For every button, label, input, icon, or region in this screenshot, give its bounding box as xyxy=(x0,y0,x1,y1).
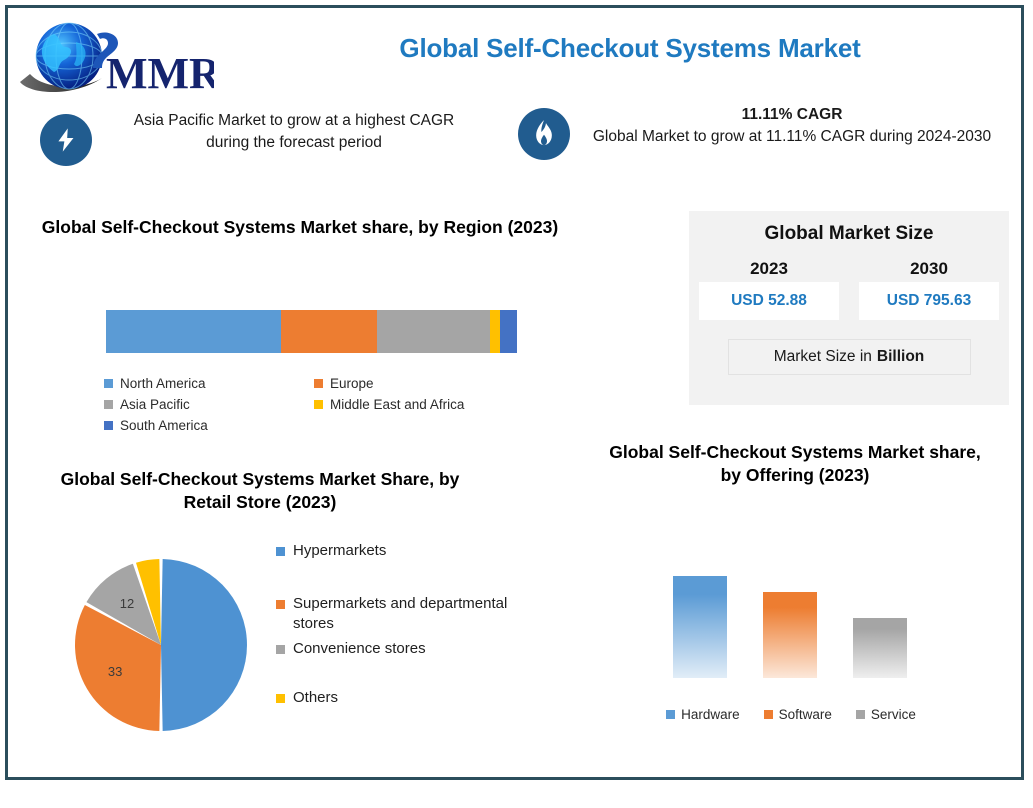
market-size-values: USD 52.88 USD 795.63 xyxy=(689,282,1009,320)
region-chart-title: Global Self-Checkout Systems Market shar… xyxy=(41,217,559,237)
pie-slice xyxy=(161,559,247,731)
flame-icon xyxy=(518,108,570,160)
legend-swatch-icon xyxy=(314,379,323,388)
pie-slice-label: 33 xyxy=(108,664,122,679)
legend-label: South America xyxy=(120,418,208,433)
legend-item: South America xyxy=(104,415,314,436)
legend-swatch-icon xyxy=(104,379,113,388)
region-stacked-bar xyxy=(106,310,517,353)
legend-swatch-icon xyxy=(276,645,285,655)
infographic-canvas: MMR Global Self-Checkout Systems Market … xyxy=(0,0,1033,808)
region-bar-segment xyxy=(490,310,501,353)
region-bar-segment xyxy=(106,310,282,353)
global-market-size-card: Global Market Size 2023 2030 USD 52.88 U… xyxy=(689,211,1009,405)
offering-bar-chart xyxy=(655,568,935,678)
offering-bar xyxy=(763,592,817,678)
legend-item: North America xyxy=(104,373,314,394)
highlight-asia-pacific: Asia Pacific Market to grow at a highest… xyxy=(40,110,480,166)
legend-item: Service xyxy=(855,707,916,722)
legend-item: Hardware xyxy=(666,707,740,722)
legend-swatch-icon xyxy=(314,400,323,409)
region-bar-segment xyxy=(281,310,378,353)
market-size-title: Global Market Size xyxy=(764,223,934,244)
legend-label: Software xyxy=(778,707,832,722)
retail-store-pie-chart: 33 12 xyxy=(73,557,249,733)
retail-chart-title: Global Self-Checkout Systems Market Shar… xyxy=(60,469,460,513)
legend-label: Europe xyxy=(330,376,374,391)
legend-item: Others xyxy=(276,688,516,708)
market-size-unit-bold: Billion xyxy=(876,348,925,365)
page-title: Global Self-Checkout Systems Market xyxy=(399,33,861,63)
legend-item: Asia Pacific xyxy=(104,394,314,415)
region-bar-segment xyxy=(500,310,517,353)
region-bar-segment xyxy=(377,310,491,353)
market-size-value-2030: USD 795.63 xyxy=(859,282,999,320)
legend-item: Software xyxy=(763,707,832,722)
retail-chart-legend: Hypermarkets Supermarkets and departmenta… xyxy=(276,541,516,708)
legend-label: Convenience stores xyxy=(293,640,426,658)
legend-swatch-icon xyxy=(666,710,676,719)
legend-label: Service xyxy=(870,707,916,722)
legend-item: Middle East and Africa xyxy=(314,394,524,415)
legend-item: Europe xyxy=(314,373,524,394)
mmr-logo: MMR xyxy=(14,16,214,102)
offering-chart-title: Global Self-Checkout Systems Market shar… xyxy=(609,442,981,486)
market-size-years: 2023 2030 xyxy=(689,259,1009,279)
market-size-year-2030: 2030 xyxy=(910,259,948,278)
highlight-cagr: 11.11% CAGR Global Market to grow at 11.… xyxy=(518,104,998,160)
offering-bar xyxy=(853,617,907,678)
legend-swatch-icon xyxy=(104,400,113,409)
legend-item: Hypermarkets xyxy=(276,541,516,561)
legend-swatch-icon xyxy=(276,694,285,704)
lightning-bolt-icon xyxy=(40,114,92,166)
legend-swatch-icon xyxy=(855,710,865,719)
legend-label: North America xyxy=(120,376,206,391)
legend-swatch-icon xyxy=(276,600,285,610)
market-size-value-2023: USD 52.88 xyxy=(699,282,839,320)
legend-item: Convenience stores xyxy=(276,639,516,659)
offering-bar xyxy=(673,575,727,678)
legend-label: Asia Pacific xyxy=(120,397,190,412)
market-size-year-2023: 2023 xyxy=(750,259,788,278)
legend-swatch-icon xyxy=(276,547,285,556)
highlight-asia-pacific-text: Asia Pacific Market to grow at a highest… xyxy=(133,112,455,151)
legend-label: Hardware xyxy=(681,707,740,722)
legend-label: Hypermarkets xyxy=(293,542,387,559)
legend-label: Supermarkets and departmental stores xyxy=(293,595,508,633)
svg-text:MMR: MMR xyxy=(106,49,214,98)
legend-item: Supermarkets and departmental stores xyxy=(276,594,516,634)
region-chart-legend: North America Europe Asia Pacific Middle Ea… xyxy=(104,373,524,436)
legend-label: Middle East and Africa xyxy=(330,397,465,412)
cagr-description: Global Market to grow at 11.11% CAGR dur… xyxy=(592,128,992,145)
market-size-unit-prefix: Market Size in xyxy=(773,348,872,365)
highlight-cagr-text: 11.11% CAGR Global Market to grow at 11.… xyxy=(586,104,998,148)
legend-label: Others xyxy=(293,689,339,707)
market-size-unit: Market Size in Billion xyxy=(727,339,971,375)
cagr-value: 11.11% CAGR xyxy=(741,106,843,123)
legend-swatch-icon xyxy=(104,421,113,430)
legend-swatch-icon xyxy=(763,710,773,719)
offering-chart-legend: Hardware Software Service xyxy=(636,707,946,722)
pie-slice-label: 12 xyxy=(120,596,134,611)
